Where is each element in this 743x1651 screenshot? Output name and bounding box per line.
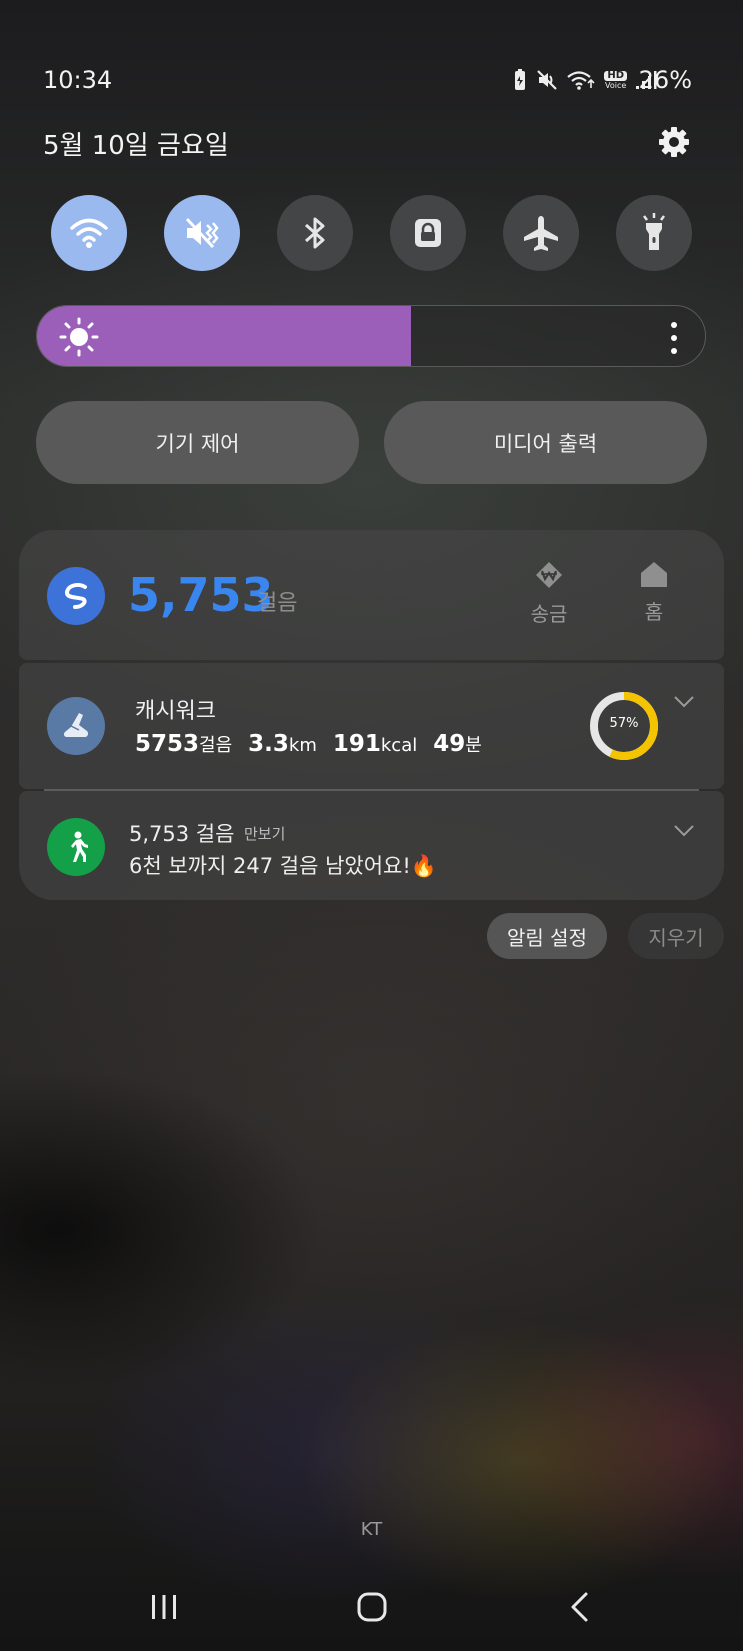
brightness-more-icon[interactable] <box>671 322 677 354</box>
date-label: 5월 10일 금요일 <box>43 131 229 161</box>
won-transfer-icon <box>536 562 562 588</box>
toggle-rotation-lock[interactable] <box>390 195 466 271</box>
cashwalk-steps: 5753 <box>135 731 200 757</box>
toss-notification[interactable] <box>19 530 724 660</box>
toggle-flashlight[interactable] <box>616 195 692 271</box>
cashwalk-minutes: 49 <box>433 731 466 757</box>
carrier-label: KT <box>360 1519 383 1540</box>
walking-icon <box>71 831 88 862</box>
pedometer-notification[interactable] <box>19 791 724 900</box>
pedometer-app-icon <box>47 818 105 876</box>
status-time: 10:34 <box>43 66 113 94</box>
cashwalk-stats: 5753 걸음 3.3 km 191 kcal 49 분 <box>135 731 498 757</box>
pedometer-steps: 5,753 걸음 <box>129 822 235 846</box>
flashlight-icon <box>643 213 665 250</box>
cashwalk-title: 캐시워크 <box>135 699 216 724</box>
pedometer-app-name: 만보기 <box>244 825 286 843</box>
back-button[interactable] <box>550 1585 610 1629</box>
toss-app-icon <box>47 567 105 625</box>
wifi-calling-icon <box>567 71 595 90</box>
home-icon <box>641 562 667 587</box>
transfer-label: 송금 <box>530 602 568 626</box>
device-control-button[interactable]: 기기 제어 <box>36 401 359 484</box>
home-label: 홈 <box>644 600 664 624</box>
mute-icon <box>185 217 219 249</box>
toss-logo-icon <box>64 583 87 609</box>
recent-apps-icon <box>152 1595 176 1619</box>
notification-settings-button[interactable]: 알림 설정 <box>487 913 607 959</box>
sun-icon <box>59 317 99 357</box>
cashwalk-progress-label: 57% <box>609 716 639 731</box>
hd-label: HD <box>604 70 627 81</box>
bluetooth-icon <box>305 217 325 249</box>
mute-icon <box>537 70 558 90</box>
home-button[interactable] <box>342 1585 402 1629</box>
status-icons: HD Voice <box>512 68 657 92</box>
voice-label: Voice <box>605 80 627 90</box>
home-shortcut-button[interactable]: 홈 <box>622 560 686 625</box>
cashwalk-calories: 191 <box>332 731 381 757</box>
hd-voice-icon: HD Voice <box>604 70 627 90</box>
pedometer-message: 6천 보까지 247 걸음 남았어요!🔥 <box>129 850 437 880</box>
toggle-bluetooth[interactable] <box>277 195 353 271</box>
cashwalk-app-icon <box>47 697 105 755</box>
cashwalk-calories-unit: kcal <box>380 735 418 756</box>
brightness-slider[interactable] <box>36 305 706 367</box>
transfer-button[interactable]: 송금 <box>517 560 581 627</box>
gear-icon <box>659 127 689 157</box>
cashwalk-minutes-unit: 분 <box>465 735 482 756</box>
clear-notifications-button[interactable]: 지우기 <box>628 913 724 959</box>
chevron-down-icon[interactable] <box>673 824 695 838</box>
battery-percent: 26% <box>638 66 692 94</box>
cashwalk-progress-ring: 57% <box>587 689 661 763</box>
wifi-icon <box>70 218 108 248</box>
lock-icon <box>415 219 441 247</box>
media-output-button[interactable]: 미디어 출력 <box>384 401 707 484</box>
fire-emoji: 🔥 <box>410 854 437 878</box>
settings-button[interactable] <box>656 124 692 160</box>
shoe-icon <box>63 713 89 737</box>
toggle-sound[interactable] <box>164 195 240 271</box>
toggle-wifi[interactable] <box>51 195 127 271</box>
toggle-airplane-mode[interactable] <box>503 195 579 271</box>
cashwalk-steps-unit: 걸음 <box>199 735 233 756</box>
toss-steps-unit: 걸음 <box>257 591 298 616</box>
chevron-down-icon[interactable] <box>673 695 695 709</box>
cashwalk-distance-unit: km <box>288 735 317 756</box>
cashwalk-distance: 3.3 <box>248 731 289 757</box>
home-nav-icon <box>357 1592 387 1622</box>
toss-steps-count: 5,753 <box>128 568 274 622</box>
pedometer-message-text: 6천 보까지 247 걸음 남았어요! <box>129 854 411 878</box>
battery-saver-icon <box>515 69 526 90</box>
recent-apps-button[interactable] <box>134 1585 194 1629</box>
airplane-icon <box>524 216 558 251</box>
back-icon <box>571 1592 588 1622</box>
